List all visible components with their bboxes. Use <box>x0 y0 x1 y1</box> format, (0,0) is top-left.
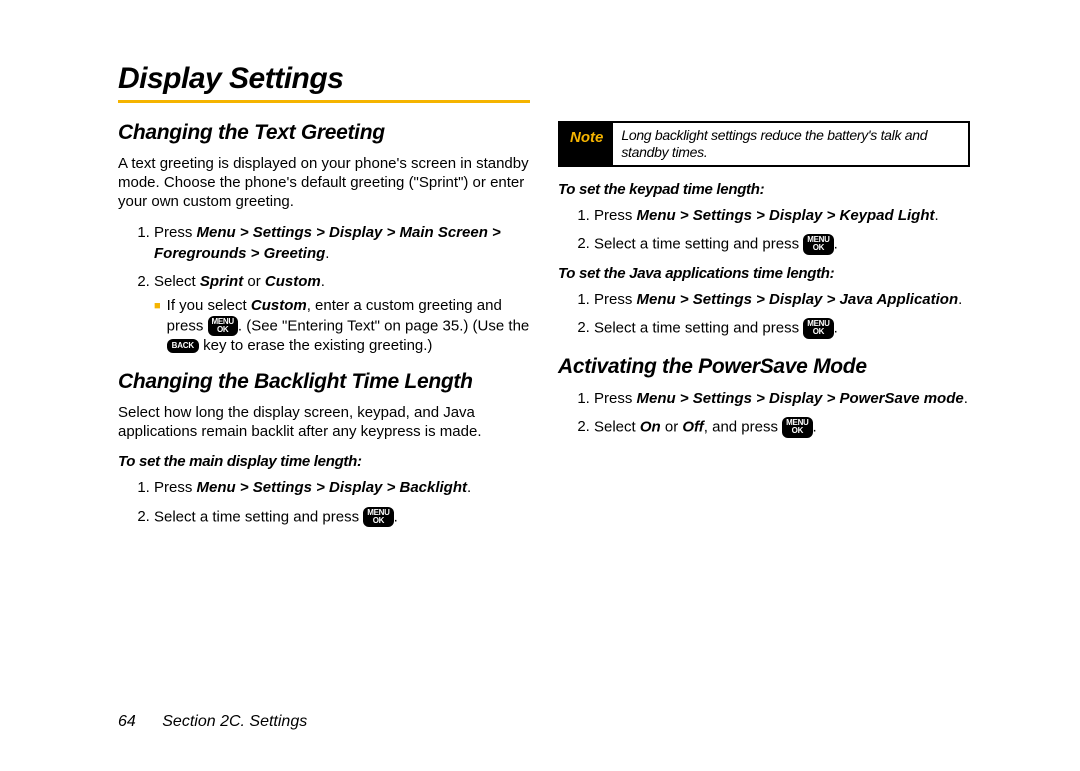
option-sprint: Sprint <box>200 273 243 290</box>
menu-path: Menu > Settings > Display > Keypad Light <box>637 207 935 224</box>
greeting-sub-bullet: ■ If you select Custom, enter a custom g… <box>154 296 530 356</box>
back-key-icon: BACK <box>167 339 199 353</box>
menu-ok-key-icon: MENUOK <box>363 507 393 528</box>
note-box: Note Long backlight settings reduce the … <box>558 121 970 167</box>
right-column: Note Long backlight settings reduce the … <box>558 121 970 537</box>
java-step-1: Press Menu > Settings > Display > Java A… <box>594 290 970 310</box>
menu-path: Menu > Settings > Display > Backlight <box>197 479 468 496</box>
sub-java: To set the Java applications time length… <box>558 265 970 282</box>
menu-path: Menu > Settings > Display > Java Applica… <box>637 291 959 308</box>
menu-ok-key-icon: MENUOK <box>803 318 833 339</box>
menu-path: Menu > Settings > Display > PowerSave mo… <box>637 390 964 407</box>
backlight-steps: Press Menu > Settings > Display > Backli… <box>118 478 530 527</box>
greeting-body: A text greeting is displayed on your pho… <box>118 155 530 211</box>
option-custom: Custom <box>265 273 321 290</box>
greeting-steps: Press Menu > Settings > Display > Main S… <box>118 223 530 356</box>
sub-main-display: To set the main display time length: <box>118 453 530 470</box>
java-step-2: Select a time setting and press MENUOK. <box>594 318 970 339</box>
sub-bullet-text: If you select Custom, enter a custom gre… <box>167 296 530 356</box>
bullet-icon: ■ <box>154 296 161 356</box>
page-title: Display Settings <box>118 62 1020 96</box>
page-footer: 64 Section 2C. Settings <box>118 713 307 731</box>
manual-page: Display Settings Changing the Text Greet… <box>0 0 1080 537</box>
greeting-step-2: Select Sprint or Custom. ■ If you select… <box>154 272 530 356</box>
backlight-step-2: Select a time setting and press MENUOK. <box>154 507 530 528</box>
menu-ok-key-icon: MENUOK <box>782 417 812 438</box>
java-steps: Press Menu > Settings > Display > Java A… <box>558 290 970 339</box>
keypad-step-2: Select a time setting and press MENUOK. <box>594 234 970 255</box>
backlight-body: Select how long the display screen, keyp… <box>118 404 530 442</box>
title-rule <box>118 100 530 103</box>
menu-ok-key-icon: MENUOK <box>208 316 238 337</box>
keypad-steps: Press Menu > Settings > Display > Keypad… <box>558 206 970 255</box>
menu-ok-key-icon: MENUOK <box>803 234 833 255</box>
section-label: Section 2C. Settings <box>162 713 307 730</box>
heading-powersave: Activating the PowerSave Mode <box>558 355 970 379</box>
greeting-step-1: Press Menu > Settings > Display > Main S… <box>154 223 530 264</box>
heading-text-greeting: Changing the Text Greeting <box>118 121 530 145</box>
heading-backlight: Changing the Backlight Time Length <box>118 370 530 394</box>
backlight-step-1: Press Menu > Settings > Display > Backli… <box>154 478 530 498</box>
two-column-layout: Changing the Text Greeting A text greeti… <box>118 121 1020 537</box>
sub-keypad: To set the keypad time length: <box>558 181 970 198</box>
note-text: Long backlight settings reduce the batte… <box>613 123 968 165</box>
powersave-step-2: Select On or Off, and press MENUOK. <box>594 417 970 438</box>
powersave-step-1: Press Menu > Settings > Display > PowerS… <box>594 389 970 409</box>
step-text: Press <box>154 224 197 241</box>
powersave-steps: Press Menu > Settings > Display > PowerS… <box>558 389 970 438</box>
left-column: Changing the Text Greeting A text greeti… <box>118 121 530 537</box>
note-label: Note <box>560 123 613 165</box>
keypad-step-1: Press Menu > Settings > Display > Keypad… <box>594 206 970 226</box>
page-number: 64 <box>118 713 136 730</box>
step-text: Select <box>154 273 200 290</box>
